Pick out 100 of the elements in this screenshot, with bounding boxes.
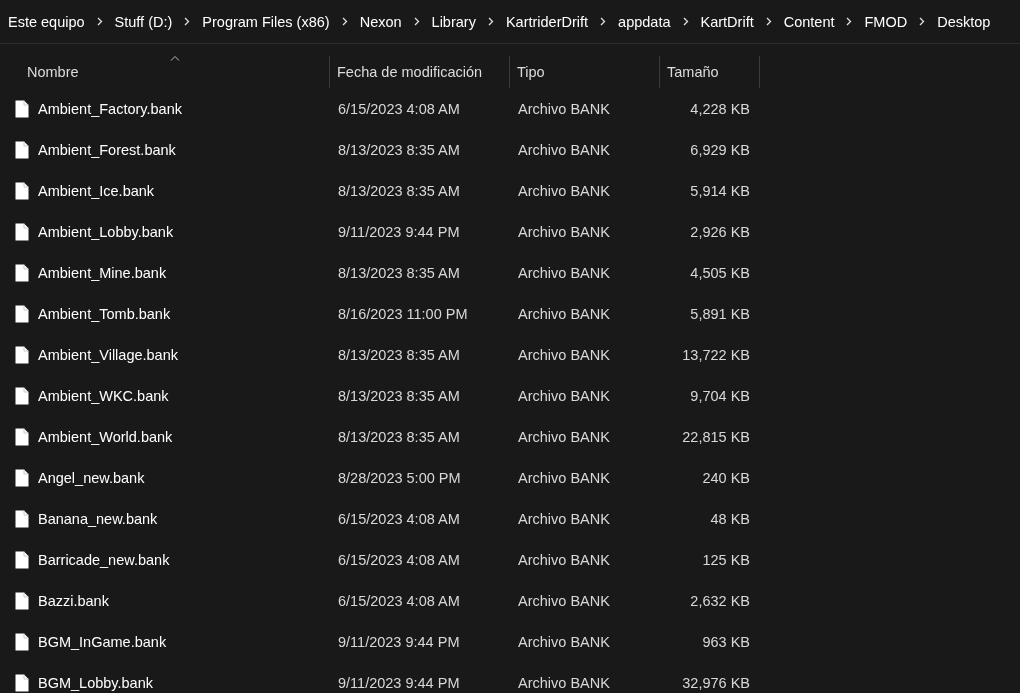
file-size: 2,632 KB <box>689 592 751 609</box>
file-name[interactable]: Bazzi.bank <box>38 592 109 609</box>
file-name[interactable]: Ambient_Lobby.bank <box>38 223 174 240</box>
file-icon <box>15 181 29 200</box>
file-icon <box>15 140 29 159</box>
modified-date: 8/13/2023 8:35 AM <box>337 141 461 158</box>
file-name[interactable]: Barricade_new.bank <box>38 551 170 568</box>
file-icon <box>15 304 29 323</box>
file-name[interactable]: BGM_InGame.bank <box>38 633 167 650</box>
modified-date: 8/13/2023 8:35 AM <box>337 182 461 199</box>
file-size: 13,722 KB <box>681 346 751 363</box>
file-name[interactable]: BGM_Lobby.bank <box>38 674 153 691</box>
column-header[interactable]: Tipo <box>510 56 660 88</box>
file-type: Archivo BANK <box>517 428 611 445</box>
file-icon <box>15 550 29 569</box>
chevron-right-icon <box>487 17 494 26</box>
file-type: Archivo BANK <box>517 141 611 158</box>
modified-date: 8/16/2023 11:00 PM <box>337 305 469 322</box>
file-name[interactable]: Angel_new.bank <box>38 469 145 486</box>
modified-date: 8/28/2023 5:00 PM <box>337 469 462 486</box>
column-header[interactable]: Fecha de modificación <box>330 56 510 88</box>
breadcrumb-item[interactable]: Content <box>783 13 835 30</box>
file-type: Archivo BANK <box>517 469 611 486</box>
file-type: Archivo BANK <box>517 551 611 568</box>
file-size: 4,505 KB <box>689 264 751 281</box>
file-size: 4,228 KB <box>689 100 751 117</box>
breadcrumb-item[interactable]: KartriderDrift <box>505 13 589 30</box>
modified-date: 9/11/2023 9:44 PM <box>337 674 461 691</box>
file-size: 6,929 KB <box>689 141 751 158</box>
file-icon <box>15 263 29 282</box>
file-icon <box>15 99 29 118</box>
file-size: 125 KB <box>701 551 751 568</box>
breadcrumb-item[interactable]: KartDrift <box>700 13 754 30</box>
breadcrumb-item[interactable]: FMOD <box>864 13 908 30</box>
column-header[interactable]: Nombre <box>0 56 330 88</box>
file-size: 9,704 KB <box>689 387 751 404</box>
file-type: Archivo BANK <box>517 387 611 404</box>
modified-date: 8/13/2023 8:35 AM <box>337 387 461 404</box>
file-name[interactable]: Ambient_Forest.bank <box>38 141 176 158</box>
breadcrumb-item[interactable]: Nexon <box>359 13 402 30</box>
file-size: 48 KB <box>709 510 751 527</box>
file-type: Archivo BANK <box>517 264 611 281</box>
file-type: Archivo BANK <box>517 223 611 240</box>
file-icon <box>15 468 29 487</box>
file-name[interactable]: Ambient_Factory.bank <box>38 100 182 117</box>
file-size: 240 KB <box>701 469 751 486</box>
breadcrumb-item[interactable]: Library <box>431 13 476 30</box>
file-icon <box>15 222 29 241</box>
chevron-right-icon <box>184 17 191 26</box>
file-size: 5,891 KB <box>689 305 751 322</box>
file-type: Archivo BANK <box>517 674 611 691</box>
chevron-right-icon <box>846 17 853 26</box>
modified-date: 8/13/2023 8:35 AM <box>337 264 461 281</box>
chevron-right-icon <box>96 17 103 26</box>
breadcrumb-item[interactable]: Desktop <box>937 13 991 30</box>
chevron-right-icon <box>682 17 689 26</box>
sort-ascending-icon <box>169 55 180 61</box>
file-icon <box>15 509 29 528</box>
file-name[interactable]: Banana_new.bank <box>38 510 158 527</box>
file-size: 5,914 KB <box>689 182 751 199</box>
modified-date: 9/11/2023 9:44 PM <box>337 633 461 650</box>
modified-date: 6/15/2023 4:08 AM <box>337 510 461 527</box>
chevron-right-icon <box>765 17 772 26</box>
file-size: 22,815 KB <box>681 428 751 445</box>
modified-date: 8/13/2023 8:35 AM <box>337 428 461 445</box>
chevron-right-icon <box>600 17 607 26</box>
file-type: Archivo BANK <box>517 182 611 199</box>
file-icon <box>15 386 29 405</box>
breadcrumb-item[interactable]: Program Files (x86) <box>202 13 330 30</box>
modified-date: 6/15/2023 4:08 AM <box>337 551 461 568</box>
file-type: Archivo BANK <box>517 633 611 650</box>
file-type: Archivo BANK <box>517 305 611 322</box>
file-name[interactable]: Ambient_Mine.bank <box>38 264 167 281</box>
file-size: 963 KB <box>701 633 751 650</box>
file-icon <box>15 632 29 651</box>
file-name[interactable]: Ambient_Village.bank <box>38 346 178 363</box>
column-header[interactable]: Tamaño <box>660 56 760 88</box>
modified-date: 6/15/2023 4:08 AM <box>337 100 461 117</box>
modified-date: 9/11/2023 9:44 PM <box>337 223 461 240</box>
breadcrumb-item[interactable]: Este equipo <box>8 13 85 30</box>
file-name[interactable]: Ambient_World.bank <box>38 428 173 445</box>
file-icon <box>15 591 29 610</box>
chevron-right-icon <box>919 17 926 26</box>
file-type: Archivo BANK <box>517 510 611 527</box>
file-name[interactable]: Ambient_Ice.bank <box>38 182 155 199</box>
breadcrumb-item[interactable]: appdata <box>618 13 671 30</box>
breadcrumb-item[interactable]: Stuff (D:) <box>114 13 173 30</box>
file-type: Archivo BANK <box>517 346 611 363</box>
modified-date: 8/13/2023 8:35 AM <box>337 346 461 363</box>
file-size: 2,926 KB <box>689 223 751 240</box>
file-size: 32,976 KB <box>681 674 751 691</box>
file-type: Archivo BANK <box>517 592 611 609</box>
file-name[interactable]: Ambient_WKC.bank <box>38 387 169 404</box>
file-icon <box>15 427 29 446</box>
file-type: Archivo BANK <box>517 100 611 117</box>
file-icon <box>15 345 29 364</box>
modified-date: 6/15/2023 4:08 AM <box>337 592 461 609</box>
file-name[interactable]: Ambient_Tomb.bank <box>38 305 171 322</box>
chevron-right-icon <box>413 17 420 26</box>
chevron-right-icon <box>341 17 348 26</box>
